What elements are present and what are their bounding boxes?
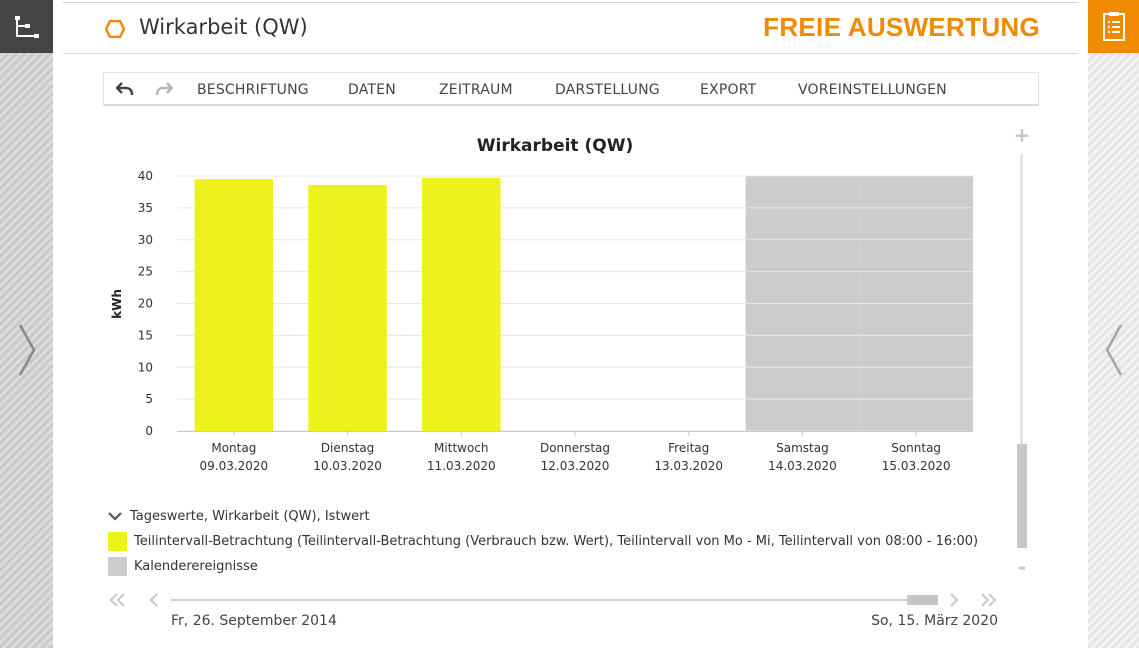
- y-tick-label: 15: [138, 328, 153, 342]
- y-axis-label: kWh: [110, 289, 124, 319]
- hexagon-icon: [105, 20, 125, 38]
- menu-voreinstellungen[interactable]: VOREINSTELLUNGEN: [798, 82, 947, 98]
- chart-area: 0 5 10 15 20 25 30 35 40 Montag 09.03.2020 Dienstag…: [103, 120, 983, 490]
- legend-item-label: Kalenderereignisse: [134, 558, 258, 574]
- legend-swatch-gray: [108, 556, 127, 576]
- y-tick-label: 35: [138, 201, 153, 215]
- y-tick-label: 25: [138, 265, 153, 279]
- x-tick-label-date: 10.03.2020: [313, 459, 382, 473]
- bar: [308, 184, 387, 431]
- x-tick-label-day: Samstag: [776, 441, 829, 455]
- double-chevron-left-icon: [109, 593, 125, 607]
- chart-toolbar: BESCHRIFTUNG DATEN ZEITRAUM DARSTELLUNG …: [103, 72, 1039, 106]
- undo-icon: [116, 82, 134, 96]
- y-tick-label: 20: [138, 297, 153, 311]
- x-tick-label-day: Dienstag: [321, 441, 375, 455]
- legend-group-label: Tageswerte, Wirkarbeit (QW), Istwert: [130, 508, 370, 524]
- chevron-down-icon: [108, 512, 122, 521]
- bar: [194, 179, 274, 431]
- menu-beschriftung[interactable]: BESCHRIFTUNG: [197, 82, 309, 98]
- bar: [422, 177, 501, 431]
- structure-tree-button[interactable]: [0, 0, 53, 53]
- main-panel: Wirkarbeit (QW) FREIE AUSWERTUNG BESCHRI…: [63, 0, 1078, 648]
- undo-button[interactable]: [114, 79, 136, 99]
- legend-item-teilintervall[interactable]: Teilintervall-Betrachtung (Teilintervall…: [108, 531, 978, 551]
- chart-title: Wirkarbeit (QW): [477, 136, 633, 156]
- legend-item-kalenderereignisse[interactable]: Kalenderereignisse: [108, 556, 258, 576]
- tree-structure-icon: [14, 15, 39, 38]
- x-tick-label-date: 09.03.2020: [199, 459, 268, 473]
- time-navigator: Fr, 26. September 2014 So, 15. März 2020: [108, 590, 998, 635]
- double-chevron-right-icon: [981, 593, 997, 607]
- last-page-button[interactable]: [978, 590, 998, 610]
- x-tick-label-date: 13.03.2020: [654, 459, 723, 473]
- chevron-right-icon: [18, 324, 35, 376]
- x-tick-label-date: 12.03.2020: [541, 459, 610, 473]
- zoom-thumb[interactable]: [1017, 444, 1027, 548]
- redo-icon: [155, 82, 173, 96]
- x-tick-label-day: Montag: [211, 441, 256, 455]
- chevron-left-icon: [149, 593, 158, 607]
- bar-chart: 0 5 10 15 20 25 30 35 40 Montag 09.03.2020 Dienstag…: [110, 136, 973, 473]
- legend-item-label: Teilintervall-Betrachtung (Teilintervall…: [134, 533, 979, 549]
- previous-button[interactable]: [144, 590, 164, 610]
- x-tick-label-date: 15.03.2020: [882, 459, 951, 473]
- first-page-button[interactable]: [108, 590, 128, 610]
- chevron-left-icon: [1105, 324, 1122, 376]
- legend-swatch-yellow: [108, 531, 127, 551]
- zoom-in-button[interactable]: +: [1013, 125, 1031, 145]
- right-rail: [1088, 0, 1139, 648]
- zoom-out-button[interactable]: -: [1013, 557, 1031, 577]
- expand-left-panel-button[interactable]: [0, 320, 53, 380]
- left-rail: [0, 0, 53, 648]
- menu-zeitraum[interactable]: ZEITRAUM: [439, 82, 513, 98]
- menu-daten[interactable]: DATEN: [348, 82, 396, 98]
- x-tick-label-day: Mittwoch: [434, 441, 488, 455]
- menu-darstellung[interactable]: DARSTELLUNG: [555, 82, 660, 98]
- next-button[interactable]: [944, 590, 964, 610]
- x-tick-label-day: Donnerstag: [540, 441, 610, 455]
- y-tick-label: 10: [138, 360, 153, 374]
- x-tick-label-day: Sonntag: [891, 441, 941, 455]
- timeline-end-date: So, 15. März 2020: [871, 613, 998, 629]
- y-tick-label: 5: [145, 392, 153, 406]
- page-title: Wirkarbeit (QW): [139, 15, 308, 39]
- x-tick-label-day: Freitag: [668, 441, 709, 455]
- brand-title: FREIE AUSWERTUNG: [763, 12, 1040, 42]
- zoom-control: + -: [1013, 125, 1031, 577]
- timeline-start-date: Fr, 26. September 2014: [171, 613, 337, 629]
- x-tick-label-date: 14.03.2020: [768, 459, 837, 473]
- report-list-icon: [1102, 11, 1125, 41]
- expand-right-panel-button[interactable]: [1088, 320, 1139, 380]
- report-list-button[interactable]: [1088, 0, 1139, 53]
- chevron-right-icon: [950, 593, 959, 607]
- timeline-window-handle[interactable]: [907, 595, 938, 605]
- redo-button[interactable]: [153, 79, 175, 99]
- timeline-track[interactable]: [171, 599, 938, 601]
- legend-group-toggle[interactable]: Tageswerte, Wirkarbeit (QW), Istwert: [108, 506, 370, 526]
- y-tick-label: 40: [138, 169, 153, 183]
- page-header: Wirkarbeit (QW) FREIE AUSWERTUNG: [63, 3, 1078, 54]
- x-tick-label-date: 11.03.2020: [427, 459, 496, 473]
- menu-export[interactable]: EXPORT: [700, 82, 756, 98]
- y-tick-label: 30: [138, 233, 153, 247]
- y-tick-label: 0: [145, 424, 153, 438]
